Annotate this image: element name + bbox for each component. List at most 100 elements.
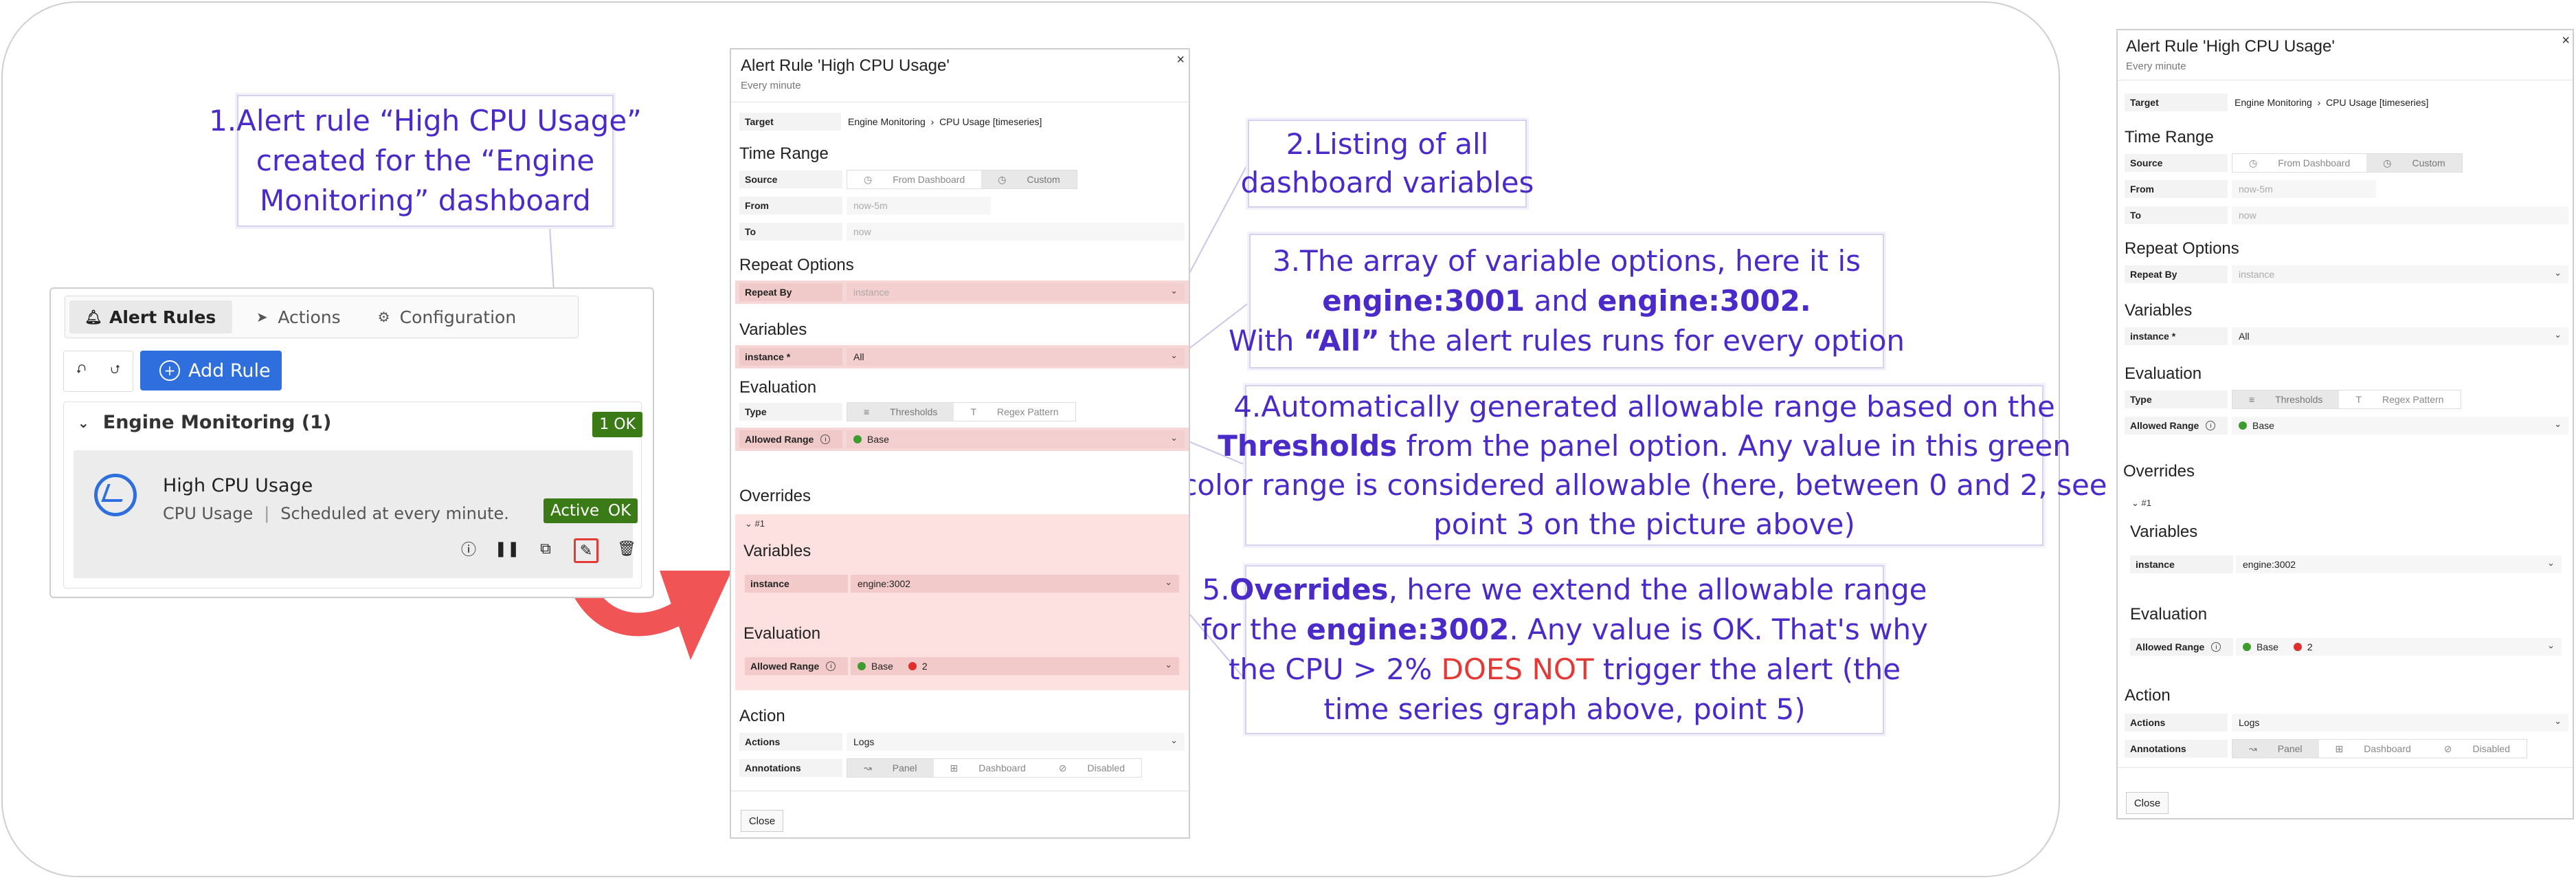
editor-subtitle: Every minute xyxy=(2126,60,2186,72)
override-allowed-range-select[interactable]: Base 2 ⌄ xyxy=(851,657,1179,675)
tab-actions[interactable]: ➤ Actions xyxy=(236,296,358,338)
chevron-down-icon: ⌄ xyxy=(1165,659,1172,670)
rule-sub-separator: | xyxy=(264,504,270,523)
base-label: Base xyxy=(867,434,889,445)
bell-icon: 🔔︎ xyxy=(85,309,102,325)
copy-icon[interactable]: ⧉ xyxy=(535,538,556,559)
callout-3: 3.The array of variable options, here it… xyxy=(1229,234,1905,368)
override-block: ⌄ #1 Variables instance engine:3002 ⌄ Eva… xyxy=(735,514,1189,690)
override-allowed-range-text: Allowed Range xyxy=(750,661,820,672)
callout-1: 1.Alert rule “High CPU Usage” created fo… xyxy=(209,95,642,227)
info-icon[interactable]: ⓘ xyxy=(458,538,479,559)
rule-card[interactable]: High CPU Usage CPU Usage | Scheduled at … xyxy=(74,450,638,578)
type-thresholds[interactable]: ≡ Thresholds xyxy=(847,403,954,421)
type-thresholds[interactable]: ≡ Thresholds xyxy=(2232,390,2340,408)
chevron-down-icon: ⌄ xyxy=(1170,285,1178,296)
from-input[interactable]: now-5m xyxy=(847,197,991,214)
actions-label: Actions xyxy=(739,733,842,751)
override-header[interactable]: ⌄ #1 xyxy=(745,518,765,529)
sliders-icon: ≡ xyxy=(864,406,870,417)
source-from-dashboard[interactable]: ◷ From Dashboard xyxy=(847,170,981,188)
rule-name: High CPU Usage xyxy=(163,475,313,496)
annotation-panel[interactable]: ↝ Panel xyxy=(2232,740,2319,758)
annotation-panel[interactable]: ↝ Panel xyxy=(847,759,934,777)
to-label: To xyxy=(739,223,842,241)
tab-configuration[interactable]: ⚙ Configuration xyxy=(359,296,535,338)
add-rule-button[interactable]: + Add Rule xyxy=(140,351,282,390)
close-icon[interactable]: × xyxy=(2562,33,2570,49)
callout-5-engine-3002: engine:3002 xyxy=(1306,613,1510,646)
override-variables-title: Variables xyxy=(743,542,811,560)
instance-select[interactable]: All ⌄ xyxy=(847,348,1185,366)
source-custom[interactable]: ◷ Custom xyxy=(2366,154,2462,172)
rule-source: CPU Usage xyxy=(163,504,254,523)
group-header[interactable]: ⌄ Engine Monitoring (1) xyxy=(78,412,331,433)
callout-1-line-2: created for the “Engine xyxy=(256,144,595,177)
annotation-dashboard[interactable]: ⊞ Dashboard xyxy=(2319,740,2428,758)
action-title: Action xyxy=(2125,686,2171,705)
target-label: Target xyxy=(739,113,849,131)
close-button[interactable]: Close xyxy=(2126,792,2169,814)
annotation-panel-label: Panel xyxy=(892,762,917,773)
callout-4-line-4: point 3 on the picture above) xyxy=(1433,507,1855,541)
green-dot-icon xyxy=(853,435,862,443)
source-from-dashboard[interactable]: ◷ From Dashboard xyxy=(2232,154,2366,172)
instance-label: instance * xyxy=(739,348,842,366)
annotations-toggle: ↝ Panel ⊞ Dashboard ⊘ Disabled xyxy=(2232,739,2527,758)
type-label: Type xyxy=(739,403,842,421)
to-input[interactable]: now xyxy=(2232,206,2568,224)
trash-icon[interactable]: 🗑︎ xyxy=(616,538,637,559)
to-input[interactable]: now xyxy=(847,223,1185,241)
green-dot-icon xyxy=(858,662,866,670)
chevron-down-icon: ⌄ xyxy=(1170,350,1178,360)
callout-2-line-2: dashboard variables xyxy=(1240,166,1534,199)
override-allowed-range-label: Allowed Range i xyxy=(745,657,848,675)
override-header[interactable]: ⌄ #1 xyxy=(2131,498,2151,509)
type-label: Type xyxy=(2125,390,2228,408)
tab-actions-label: Actions xyxy=(278,307,341,327)
source-custom[interactable]: ◷ Custom xyxy=(981,170,1077,188)
chevron-down-icon: ⌄ xyxy=(2131,498,2139,508)
callout-4-thresholds: Thresholds xyxy=(1218,429,1398,463)
instance-select[interactable]: All ⌄ xyxy=(2232,327,2568,345)
allowed-range-select[interactable]: Base ⌄ xyxy=(847,430,1185,448)
close-icon[interactable]: × xyxy=(1176,52,1185,68)
repeat-options-title: Repeat Options xyxy=(739,256,854,274)
disabled-icon: ⊘ xyxy=(2443,742,2452,754)
callout-3-line-2: engine:3001 and engine:3002. xyxy=(1322,281,1811,321)
source-custom-label: Custom xyxy=(2412,157,2445,168)
target-label: Target xyxy=(2125,94,2235,111)
edit-icon[interactable]: ✎ xyxy=(574,538,598,563)
override-instance-value: engine:3002 xyxy=(858,578,911,589)
allowed-range-select[interactable]: Base ⌄ xyxy=(2232,417,2568,434)
source-label: Source xyxy=(2125,154,2228,172)
repeat-by-select[interactable]: instance ⌄ xyxy=(847,283,1185,301)
collapse-all-icon[interactable]: ⮏ xyxy=(64,351,98,391)
callout-5-does-not: DOES NOT xyxy=(1441,652,1594,686)
from-label: From xyxy=(739,197,842,214)
overrides-title: Overrides xyxy=(739,487,811,505)
annotation-dashboard[interactable]: ⊞ Dashboard xyxy=(934,759,1042,777)
close-button[interactable]: Close xyxy=(741,810,783,832)
callout-5-line-1: 5.Overrides, here we extend the allowabl… xyxy=(1202,570,1927,610)
chevron-down-icon: ⌄ xyxy=(1170,432,1178,443)
repeat-by-select[interactable]: instance ⌄ xyxy=(2232,265,2568,283)
type-regex[interactable]: T Regex Pattern xyxy=(954,403,1075,421)
override-allowed-range-select[interactable]: Base 2 ⌄ xyxy=(2236,638,2562,656)
annotation-disabled[interactable]: ⊘ Disabled xyxy=(1042,759,1141,777)
pause-icon[interactable]: ❚❚ xyxy=(495,538,520,559)
override-variables-title: Variables xyxy=(2130,522,2198,541)
actions-select[interactable]: Logs ⌄ xyxy=(847,733,1185,751)
override-instance-select[interactable]: engine:3002 ⌄ xyxy=(2236,556,2562,573)
expand-all-icon[interactable]: ⮍ xyxy=(98,351,133,391)
source-toggle: ◷ From Dashboard ◷ Custom xyxy=(847,170,1077,189)
type-regex[interactable]: T Regex Pattern xyxy=(2339,390,2460,408)
override-instance-select[interactable]: engine:3002 ⌄ xyxy=(851,575,1179,593)
repeat-by-value: instance xyxy=(853,287,890,298)
rule-subtitle: CPU Usage | Scheduled at every minute. xyxy=(163,504,509,523)
from-input[interactable]: now-5m xyxy=(2232,180,2376,198)
tab-alert-rules[interactable]: 🔔︎ Alert Rules xyxy=(69,300,233,333)
tab-configuration-label: Configuration xyxy=(399,307,517,327)
annotation-disabled[interactable]: ⊘ Disabled xyxy=(2428,740,2527,758)
actions-select[interactable]: Logs ⌄ xyxy=(2232,714,2568,732)
